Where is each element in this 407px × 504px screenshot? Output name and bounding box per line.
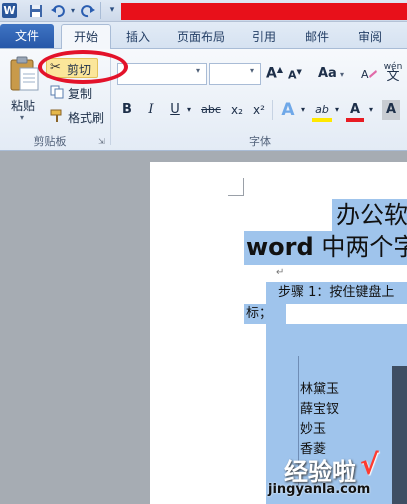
clipboard-launcher-icon[interactable]: ⇲	[98, 137, 108, 147]
underline-button[interactable]: U	[166, 100, 184, 120]
font-color-button[interactable]: A	[346, 100, 364, 122]
doc-title-line-1[interactable]: 办公软	[336, 200, 407, 230]
undo-dropdown-icon[interactable]: ▾	[68, 2, 78, 19]
clear-formatting-icon[interactable]: A	[360, 66, 378, 84]
title-redaction-bar	[121, 3, 407, 20]
bold-button[interactable]: B	[118, 100, 136, 120]
font-color-dropdown-icon[interactable]: ▾	[366, 100, 376, 120]
font-name-dropdown-icon[interactable]: ▾	[196, 66, 200, 75]
watermark-check-icon: √	[360, 448, 379, 481]
superscript-button[interactable]: x²	[250, 100, 268, 120]
list-item[interactable]: 薛宝钗	[300, 400, 339, 419]
grow-font-button[interactable]: A▲	[266, 65, 283, 82]
italic-button[interactable]: I	[142, 100, 160, 120]
paste-icon[interactable]	[8, 56, 40, 94]
highlight-button[interactable]: ab	[312, 100, 332, 122]
strikethrough-button[interactable]: abc	[198, 100, 224, 120]
redo-icon[interactable]	[80, 2, 96, 19]
qat-divider	[100, 2, 101, 19]
tab-file[interactable]: 文件	[0, 24, 54, 48]
format-painter-button[interactable]: 格式刷	[68, 109, 104, 126]
shrink-font-button[interactable]: A▼	[288, 68, 302, 82]
text-effects-button[interactable]: A	[278, 100, 298, 120]
embedded-picture	[392, 366, 407, 504]
paste-button-label[interactable]: 粘贴	[11, 97, 35, 114]
font-divider	[272, 100, 273, 120]
tab-home[interactable]: 开始	[61, 24, 111, 50]
cut-highlight-ellipse	[38, 50, 128, 84]
phonetic-guide-button[interactable]: wén 文	[382, 62, 404, 83]
text-effects-dropdown-icon[interactable]: ▾	[298, 100, 308, 120]
paragraph-mark: ↵	[276, 267, 285, 278]
change-case-button[interactable]: Aa	[318, 66, 337, 81]
tab-references[interactable]: 引用	[244, 26, 284, 48]
tab-page-layout[interactable]: 页面布局	[168, 26, 234, 48]
doc-step-line[interactable]: 步骤 1：按住键盘上	[278, 284, 394, 302]
copy-icon[interactable]	[50, 84, 64, 99]
margin-corner-mark	[228, 178, 244, 196]
copy-button[interactable]: 复制	[68, 85, 92, 102]
highlight-dropdown-icon[interactable]: ▾	[332, 100, 342, 120]
doc-title-rest: 中两个字	[313, 233, 407, 261]
character-shading-button[interactable]: A	[382, 100, 400, 120]
tab-mailings[interactable]: 邮件	[297, 26, 337, 48]
list-item[interactable]: 妙玉	[300, 420, 326, 439]
doc-title-word: word	[246, 233, 314, 261]
clipboard-group-label: 剪贴板	[33, 135, 67, 148]
tab-insert[interactable]: 插入	[118, 26, 158, 48]
doc-title-line-2[interactable]: word 中两个字	[246, 232, 407, 262]
undo-icon[interactable]	[50, 2, 66, 19]
doc-step-line-2[interactable]: 标；	[246, 305, 272, 323]
font-name-combobox[interactable]	[117, 63, 207, 85]
paste-dropdown-icon[interactable]: ▾	[20, 113, 24, 122]
change-case-dropdown-icon[interactable]: ▾	[340, 70, 344, 79]
customize-qat-icon[interactable]: ▾	[106, 2, 118, 19]
svg-text:A: A	[361, 68, 369, 81]
word-logo-icon[interactable]: W	[2, 3, 17, 18]
underline-dropdown-icon[interactable]: ▾	[184, 100, 194, 120]
font-group-label: 字体	[249, 135, 271, 148]
watermark-url: jingyanla.com	[268, 482, 371, 497]
font-size-dropdown-icon[interactable]: ▾	[250, 66, 254, 75]
save-icon[interactable]	[28, 2, 44, 19]
format-painter-icon[interactable]	[50, 108, 64, 122]
tab-review[interactable]: 审阅	[350, 26, 390, 48]
subscript-button[interactable]: x₂	[228, 100, 246, 120]
list-item[interactable]: 林黛玉	[300, 380, 339, 399]
